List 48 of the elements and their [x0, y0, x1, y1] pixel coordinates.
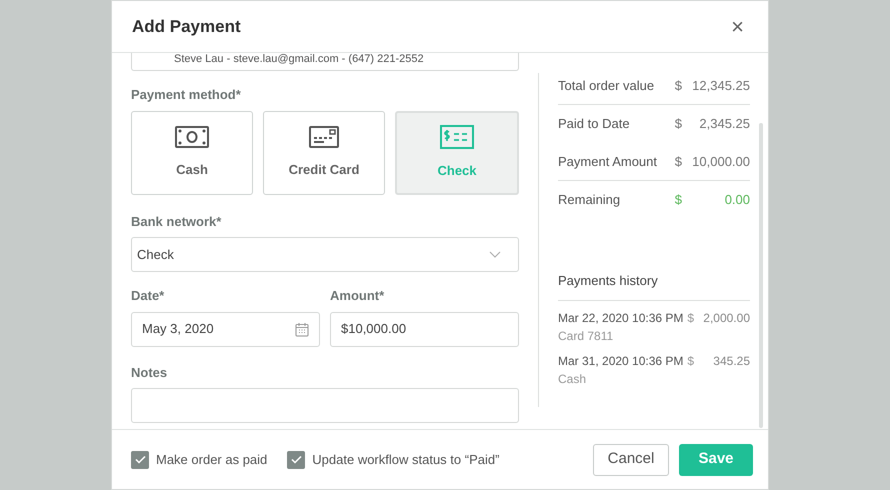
cheque-icon [440, 124, 474, 149]
payment-date: Mar 31, 2020 10:36 PM [558, 352, 684, 370]
field-label: Date* [131, 287, 166, 305]
checkbox-label: Update workflow status to “Paid” [312, 450, 500, 469]
chevron-down-icon [489, 251, 501, 258]
bank-network-dropdown[interactable]: Check [131, 237, 519, 272]
field-label: Amount* [330, 287, 386, 305]
scrollbar[interactable] [759, 123, 763, 428]
summary-label: Payment Amount [558, 152, 657, 171]
cancel-button[interactable]: Cancel [593, 444, 669, 476]
payment-method: Cash [558, 370, 588, 388]
currency-symbol: $ [674, 191, 682, 210]
checkbox-label: Make order as paid [156, 450, 268, 469]
section-heading: Payments history [558, 271, 750, 300]
notes-field[interactable] [131, 388, 519, 423]
dialog-title: Add Payment [132, 16, 241, 38]
field-label: Payment method* [131, 86, 242, 104]
close-button[interactable]: × [731, 16, 748, 38]
checkbox[interactable] [287, 450, 306, 468]
currency-symbol: $ [687, 310, 694, 326]
checkmark-icon [134, 455, 146, 464]
summary-value: 12,345.25 [691, 76, 750, 95]
card-icon [309, 126, 339, 148]
payment-method-option[interactable]: Credit Card [263, 110, 385, 194]
currency-symbol: $ [674, 152, 682, 171]
currency-symbol: $ [674, 76, 682, 95]
field-label: Notes [131, 364, 168, 382]
currency-symbol: $ [687, 352, 694, 370]
payment-date: Mar 22, 2020 10:36 PM [558, 310, 684, 326]
payment-value: 2,000.00 [702, 310, 750, 326]
calendar-icon [295, 322, 309, 336]
summary-value: 10,000.00 [691, 152, 750, 171]
checkbox[interactable] [131, 450, 149, 468]
field-label: Bank network* [131, 212, 222, 230]
currency-symbol: $ [674, 115, 682, 134]
payment-value: 345.25 [712, 352, 750, 370]
checkmark-icon [290, 455, 302, 464]
summary-label: Remaining [558, 191, 620, 210]
date-field[interactable]: May 3, 2020 [131, 312, 320, 346]
summary-label: Paid to Date [558, 115, 630, 134]
payment-method: Card 7811 [558, 328, 614, 344]
contact-field[interactable]: Steve Lau - steve.lau@gmail.com - (647) 221-2552 [131, 53, 519, 71]
summary-label: Total order value [558, 76, 654, 95]
summary-value: 0.00 [724, 191, 750, 210]
banknote-icon [175, 126, 209, 148]
amount-field[interactable]: $10,000.00 [330, 312, 519, 346]
summary-value: 2,345.25 [698, 115, 750, 134]
payment-method-option[interactable]: Cash [131, 110, 253, 194]
